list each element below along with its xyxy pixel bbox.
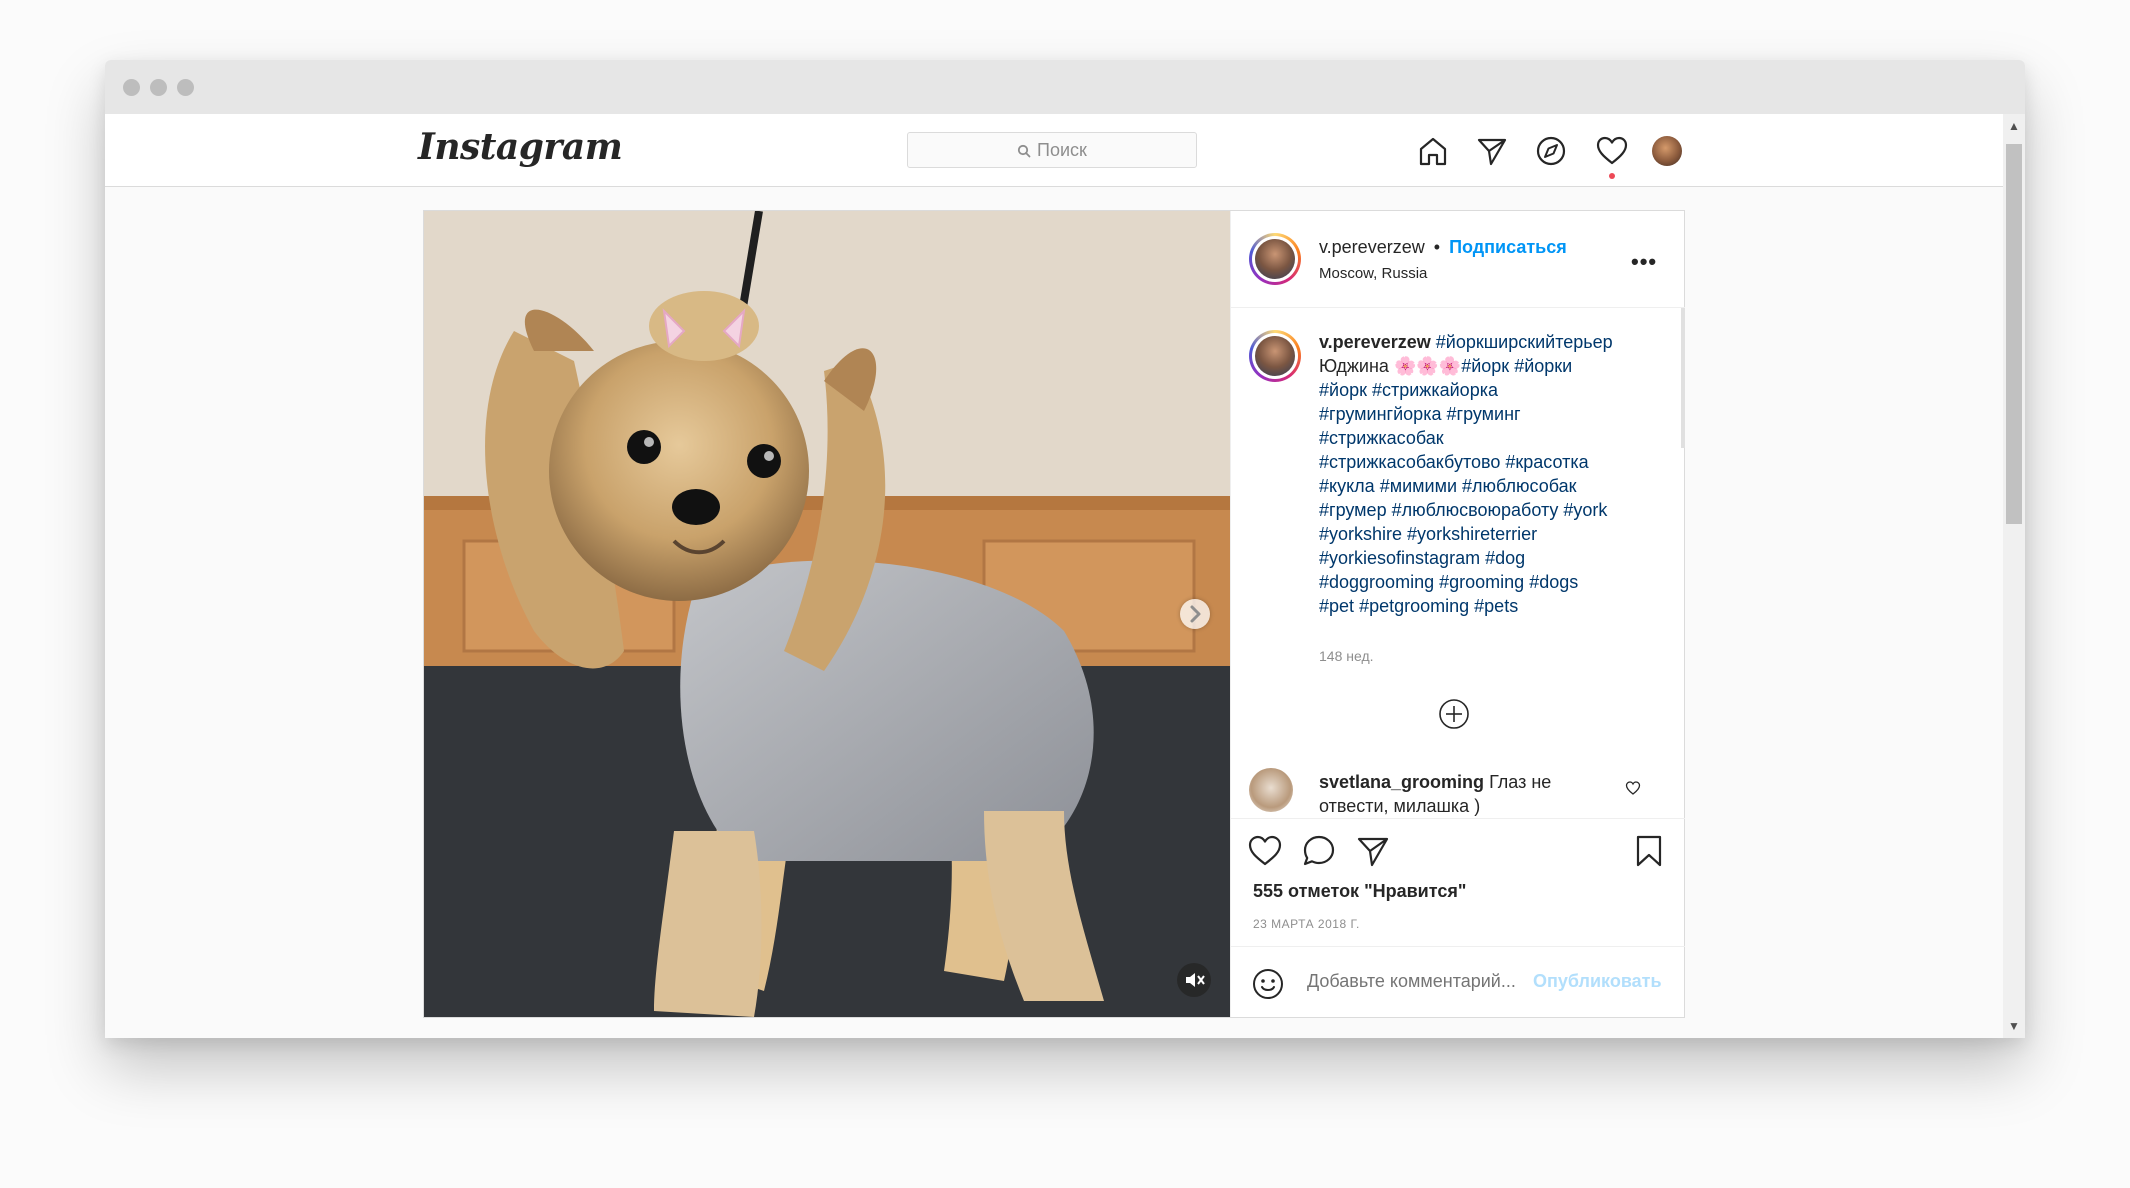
activity-heart-icon[interactable]	[1595, 134, 1629, 168]
hashtag[interactable]: #yorkiesofinstagram	[1319, 548, 1480, 568]
commenter-avatar[interactable]	[1249, 768, 1293, 812]
caption-author-avatar[interactable]	[1249, 330, 1301, 382]
muted-speaker-icon	[1186, 973, 1205, 987]
hashtag[interactable]: #йорк	[1319, 380, 1367, 400]
hashtag[interactable]: #pet	[1319, 596, 1354, 616]
scroll-up-arrow-icon[interactable]: ▲	[2008, 120, 2020, 132]
hashtag[interactable]: #petgrooming	[1359, 596, 1469, 616]
dog-photo	[424, 211, 1230, 1017]
share-direct-icon[interactable]	[1355, 833, 1391, 869]
scrollbar-thumb[interactable]	[2006, 144, 2022, 524]
commenter-username[interactable]: svetlana_grooming	[1319, 772, 1484, 792]
follow-button[interactable]: Подписаться	[1449, 237, 1567, 257]
hashtag[interactable]: #york	[1563, 500, 1607, 520]
home-icon[interactable]	[1416, 134, 1450, 168]
chevron-right-icon	[1190, 605, 1201, 623]
caption-name: Юджина	[1319, 356, 1389, 376]
post-location[interactable]: Moscow, Russia	[1319, 265, 1427, 282]
hashtag[interactable]: #йорки	[1514, 356, 1572, 376]
window-minimize-dot[interactable]	[150, 79, 167, 96]
post-media-video[interactable]	[424, 211, 1230, 1017]
flower-emoji: 🌸🌸🌸	[1393, 356, 1462, 376]
comments-scrollbar[interactable]	[1681, 308, 1685, 448]
notification-dot	[1609, 173, 1615, 179]
hashtag[interactable]: #кукла	[1319, 476, 1375, 496]
post-date[interactable]: 23 МАРТА 2018 Г.	[1253, 917, 1360, 931]
post-card: v.pereverzew • Подписаться Moscow, Russi…	[423, 210, 1685, 1018]
load-more-comments-icon[interactable]	[1438, 698, 1470, 730]
window-maximize-dot[interactable]	[177, 79, 194, 96]
search-box[interactable]: Поиск	[907, 132, 1197, 168]
hashtag[interactable]: #dog	[1485, 548, 1525, 568]
comment-input[interactable]	[1307, 971, 1527, 992]
author-avatar[interactable]	[1249, 233, 1301, 285]
hashtag[interactable]: #люблюсобак	[1462, 476, 1577, 496]
emoji-smiley-icon[interactable]	[1251, 967, 1285, 1001]
hashtag[interactable]: #красотка	[1505, 452, 1588, 472]
comment-composer: Опубликовать	[1231, 946, 1685, 1018]
more-options-button[interactable]: •••	[1631, 249, 1657, 275]
scroll-down-arrow-icon[interactable]: ▼	[2008, 1020, 2020, 1032]
top-navigation: Instagram Поиск	[105, 114, 2003, 187]
title-bar	[105, 60, 2025, 114]
direct-icon[interactable]	[1475, 134, 1509, 168]
hashtag[interactable]: #йоркширскийтерьер	[1436, 332, 1613, 352]
search-icon	[1017, 145, 1031, 158]
next-slide-button[interactable]	[1180, 599, 1210, 629]
page-scrollbar[interactable]: ▲ ▼	[2003, 114, 2025, 1038]
hashtag[interactable]: #мимими	[1380, 476, 1457, 496]
comments-list: v.pereverzew #йоркширскийтерьер Юджина 🌸…	[1231, 308, 1685, 818]
hashtag[interactable]: #yorkshireterrier	[1407, 524, 1537, 544]
caption-username[interactable]: v.pereverzew	[1319, 332, 1431, 352]
hashtag[interactable]: #стрижкасобак	[1319, 428, 1444, 448]
hashtag[interactable]: #pets	[1474, 596, 1518, 616]
instagram-logo[interactable]: Instagram	[418, 126, 623, 168]
post-sidebar: v.pereverzew • Подписаться Moscow, Russi…	[1230, 211, 1685, 1017]
likes-count[interactable]: 555 отметок "Нравится"	[1253, 881, 1466, 902]
hashtag[interactable]: #doggrooming	[1319, 572, 1434, 592]
hashtag[interactable]: #люблюсвоюработу	[1392, 500, 1559, 520]
comment-bubble-icon[interactable]	[1301, 833, 1337, 869]
window-close-dot[interactable]	[123, 79, 140, 96]
hashtag[interactable]: #стрижкасобакбутово	[1319, 452, 1500, 472]
comment-item: svetlana_grooming Глаз не отвести, милаш…	[1319, 770, 1619, 818]
mute-toggle-button[interactable]	[1177, 963, 1211, 997]
bookmark-icon[interactable]	[1631, 833, 1667, 869]
comment-like-heart-icon[interactable]	[1625, 780, 1641, 796]
like-heart-icon[interactable]	[1247, 833, 1283, 869]
hashtag[interactable]: #йорк	[1461, 356, 1509, 376]
hashtag[interactable]: #dogs	[1529, 572, 1578, 592]
hashtag[interactable]: #груминг	[1447, 404, 1521, 424]
search-placeholder: Поиск	[1037, 140, 1087, 160]
author-line: v.pereverzew • Подписаться	[1319, 237, 1567, 258]
explore-icon[interactable]	[1534, 134, 1568, 168]
hashtag[interactable]: #grooming	[1439, 572, 1524, 592]
post-caption: v.pereverzew #йоркширскийтерьер Юджина 🌸…	[1319, 330, 1649, 618]
publish-button[interactable]: Опубликовать	[1533, 971, 1662, 992]
browser-window: Instagram Поиск v.pereverzew • Подписать…	[105, 60, 2025, 1038]
caption-time[interactable]: 148 нед.	[1319, 648, 1374, 664]
hashtag[interactable]: #yorkshire	[1319, 524, 1402, 544]
author-username[interactable]: v.pereverzew	[1319, 237, 1425, 257]
profile-avatar[interactable]	[1652, 136, 1682, 166]
post-actions: 555 отметок "Нравится" 23 МАРТА 2018 Г.	[1231, 818, 1685, 947]
hashtag[interactable]: #стрижкайорка	[1372, 380, 1498, 400]
page-viewport: Instagram Поиск v.pereverzew • Подписать…	[105, 114, 2025, 1038]
hashtag[interactable]: #грумер	[1319, 500, 1387, 520]
follow-separator: •	[1433, 237, 1441, 257]
hashtag[interactable]: #грумингйорка	[1319, 404, 1441, 424]
post-header: v.pereverzew • Подписаться Moscow, Russi…	[1231, 211, 1685, 308]
